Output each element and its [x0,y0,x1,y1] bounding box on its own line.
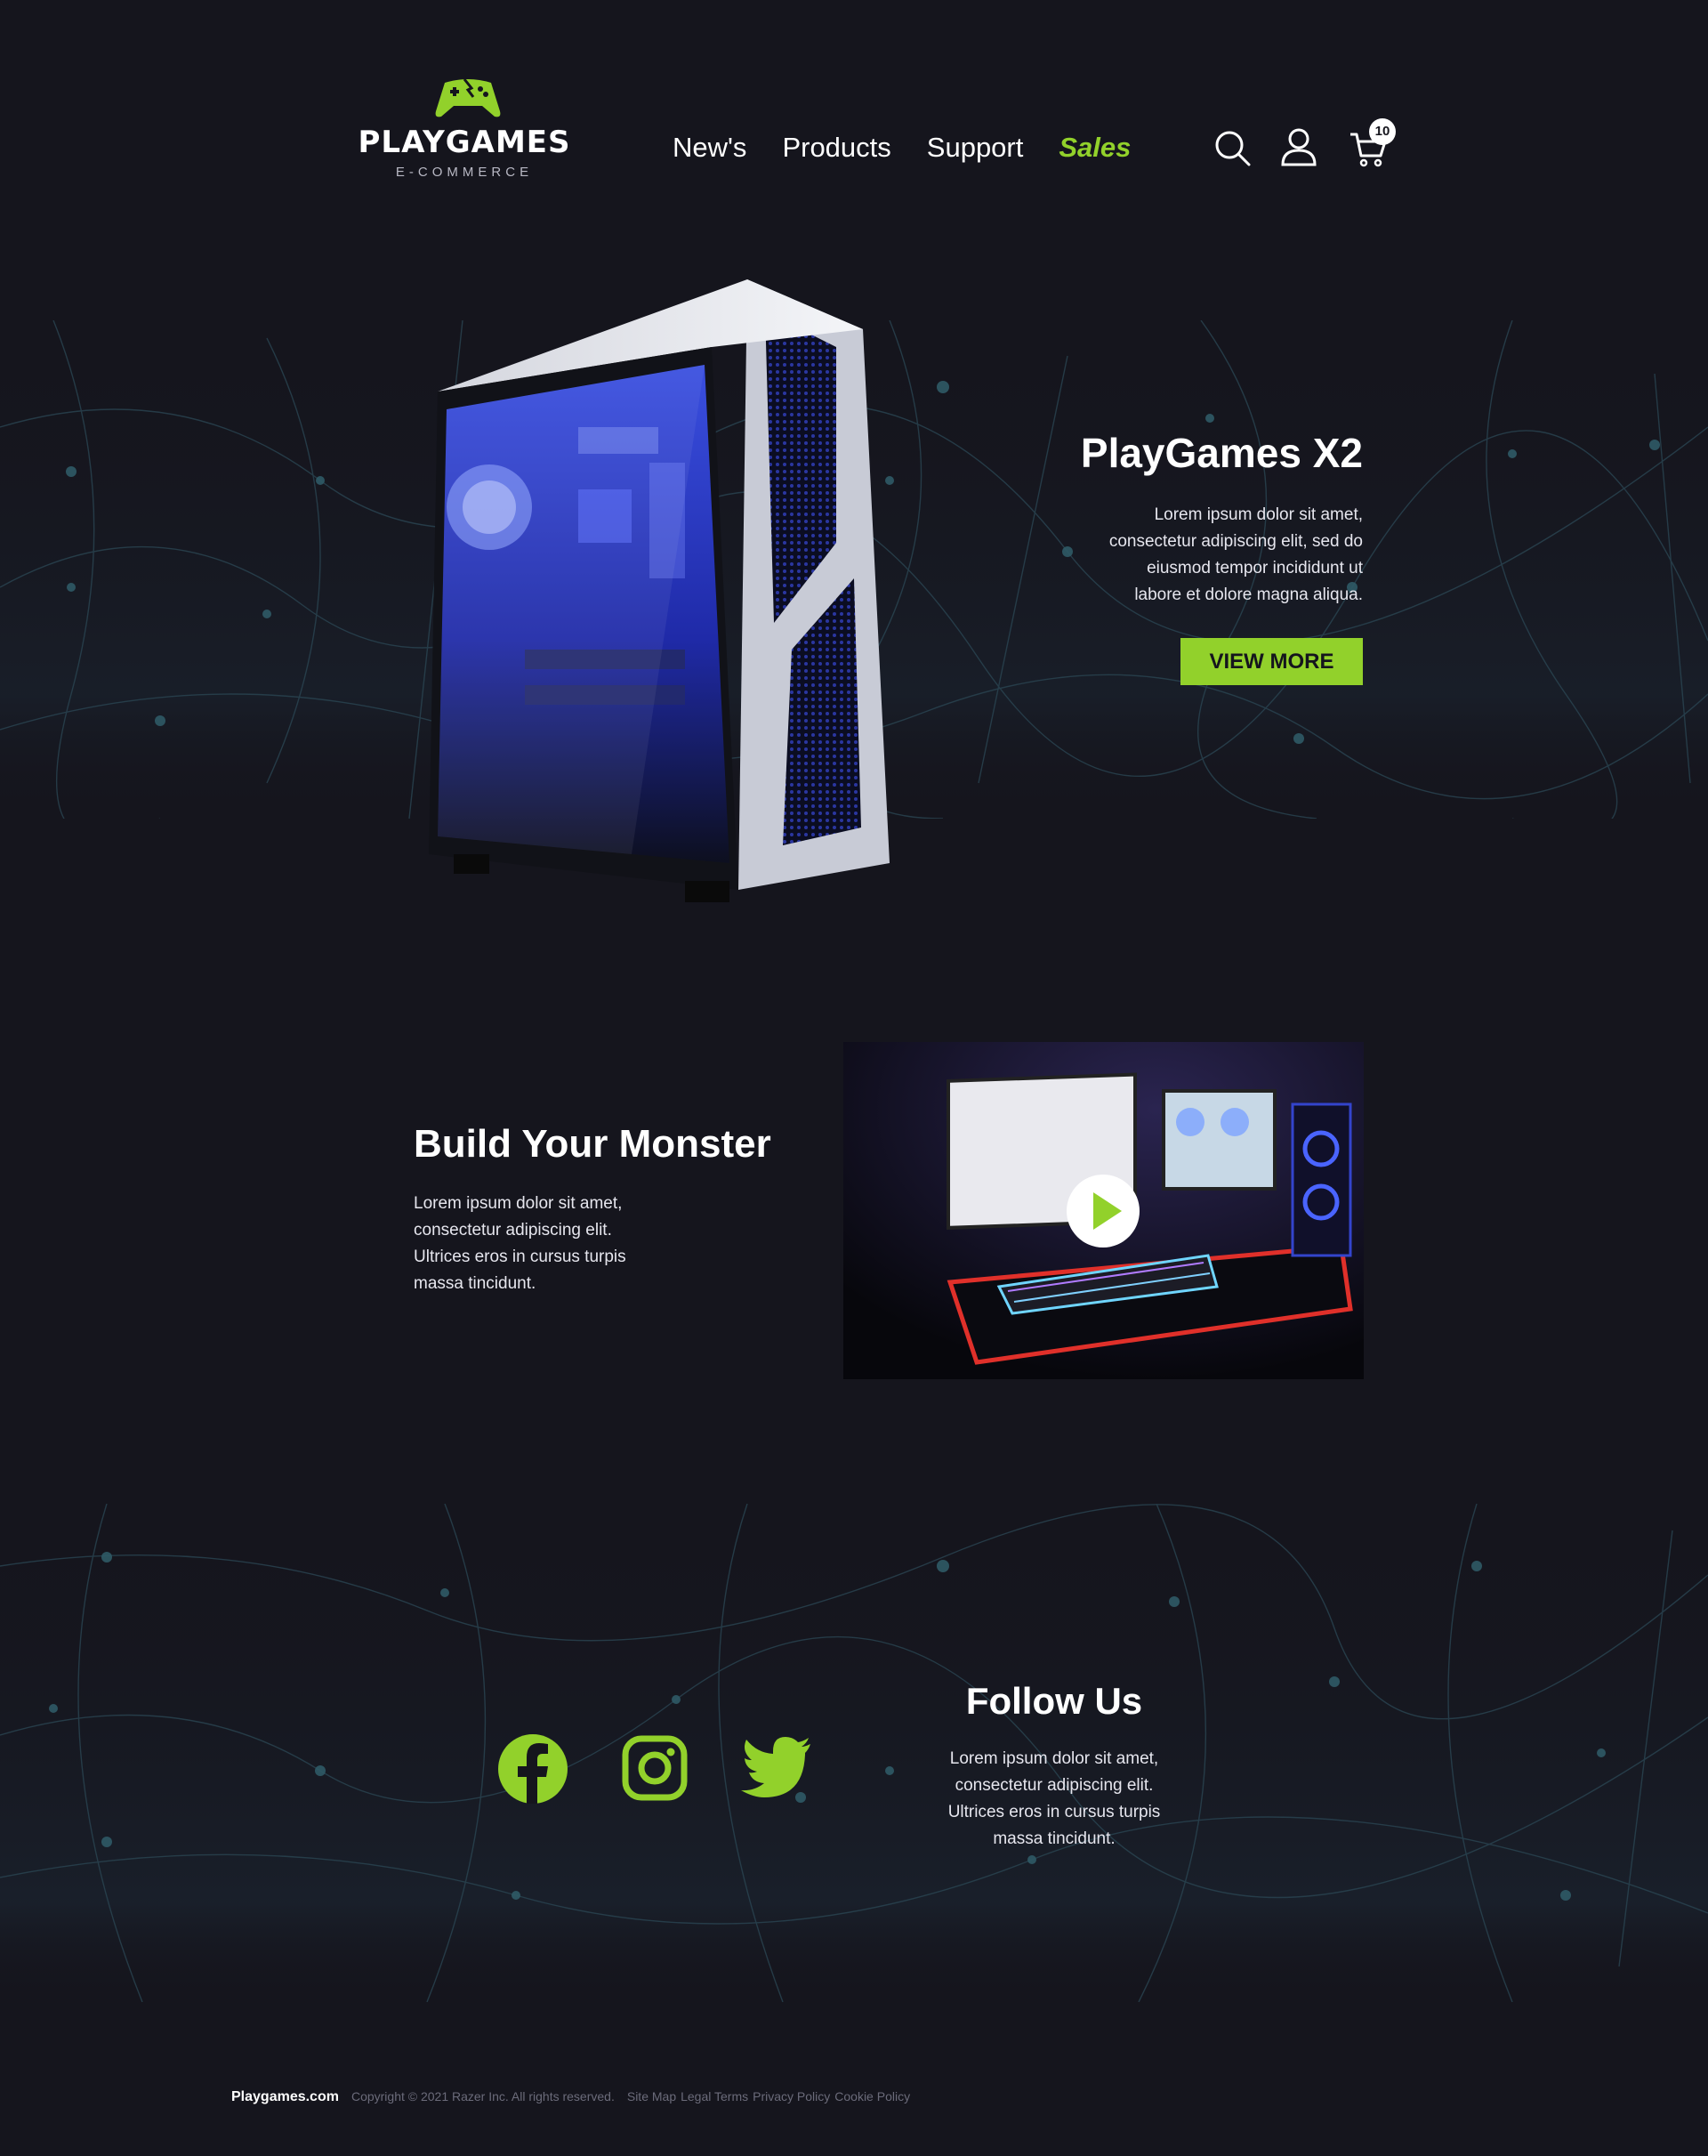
brand-name: PLAYGAMES [358,125,571,160]
footer-links: Site Map Legal Terms Privacy Policy Cook… [627,2089,910,2104]
pc-case-image [429,279,890,902]
user-icon[interactable] [1279,127,1318,166]
footer: Playgames.com Copyright © 2021 Razer Inc… [231,2089,910,2111]
nav-item-support[interactable]: Support [927,132,1024,164]
view-more-button[interactable]: VIEW MORE [1180,638,1363,685]
footer-brand[interactable]: Playgames.com [231,2089,339,2105]
nav-item-sales[interactable]: Sales [1059,132,1131,164]
main-nav: New's Products Support Sales [673,130,1131,166]
play-icon [1093,1192,1122,1230]
footer-network-background [0,1504,1708,2002]
twitter-icon[interactable] [741,1737,812,1797]
nav-item-news[interactable]: New's [673,132,746,164]
footer-link-privacy-policy[interactable]: Privacy Policy [753,2089,830,2104]
footer-copyright: Copyright © 2021 Razer Inc. All rights r… [350,2089,615,2104]
facebook-icon[interactable] [496,1732,569,1805]
follow-description: Lorem ipsum dolor sit amet, consectetur … [947,1749,1161,1848]
hero-description: Lorem ipsum dolor sit amet, consectetur … [1108,505,1363,604]
brand-logo[interactable]: PLAYGAMES E-COMMERCE [356,76,573,182]
cart-count-badge: 10 [1369,118,1396,145]
follow-title: Follow Us [965,1680,1143,1722]
nav-item-products[interactable]: Products [782,132,890,164]
footer-link-legal-terms[interactable]: Legal Terms [681,2089,748,2104]
search-icon[interactable] [1213,129,1253,168]
footer-link-site-map[interactable]: Site Map [627,2089,676,2104]
build-title: Build Your Monster [414,1122,771,1166]
hero-title: PlayGames X2 [1080,430,1363,476]
brand-tagline: E-COMMERCE [395,165,534,180]
gamepad-icon [435,78,501,117]
play-button[interactable] [1067,1175,1140,1248]
build-description: Lorem ipsum dolor sit amet, consectetur … [414,1194,626,1293]
footer-link-cookie-policy[interactable]: Cookie Policy [834,2089,910,2104]
instagram-icon[interactable] [622,1735,688,1801]
